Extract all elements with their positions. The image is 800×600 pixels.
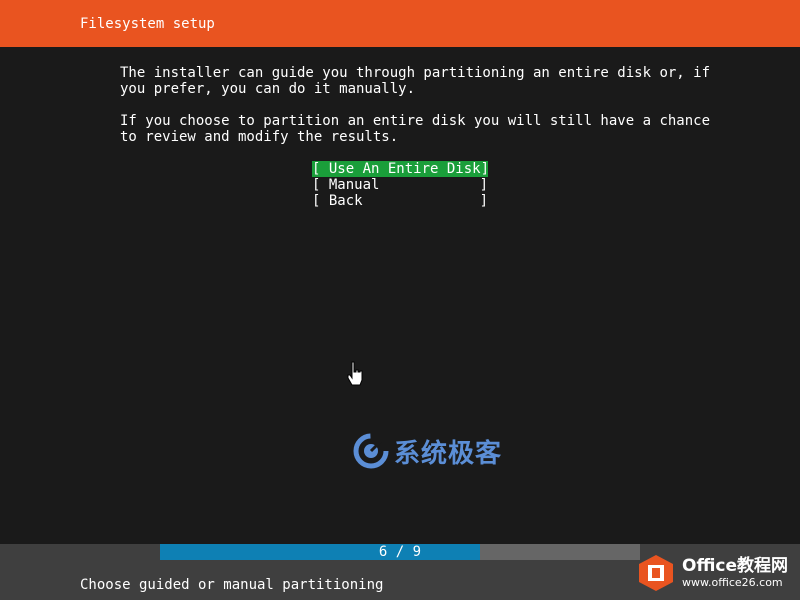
back-option[interactable]: [ Back ] (312, 193, 488, 209)
menu-item-end-bracket: ] (479, 193, 488, 209)
office-logo-url: www.office26.com (682, 576, 783, 589)
progress-label: 6 / 9 (378, 544, 422, 560)
intro-paragraph-2: If you choose to partition an entire dis… (120, 113, 711, 145)
menu-item-end-bracket: ] (480, 161, 490, 177)
manual-option[interactable]: [ Manual ] (312, 177, 488, 193)
office-watermark: Office教程网 www.office26.com (636, 550, 800, 596)
use-entire-disk-option[interactable]: [ Use An Entire Disk ] (312, 161, 490, 177)
page-title: Filesystem setup (80, 16, 215, 32)
watermark-text: 系统极客 (394, 438, 503, 469)
refresh-logo-icon (353, 433, 389, 469)
office-logo-title: Office教程网 (682, 556, 789, 576)
hand-pointer-icon (347, 361, 363, 386)
header-bar: Filesystem setup (0, 0, 800, 47)
partition-menu: [ Use An Entire Disk ] [ Manual ] [ Back… (312, 161, 490, 209)
intro-paragraph-1: The installer can guide you through part… (120, 65, 711, 97)
watermark: 系统极客 (352, 432, 502, 470)
menu-item-end-bracket: ] (479, 177, 488, 193)
status-text: Choose guided or manual partitioning (80, 577, 384, 593)
menu-item-label: [ Use An Entire Disk (312, 161, 481, 177)
menu-item-label: [ Manual (312, 177, 380, 193)
installer-screen: Filesystem setup The installer can guide… (0, 0, 800, 600)
menu-item-label: [ Back (312, 193, 363, 209)
office-logo-icon (639, 555, 673, 591)
progress-bar: 6 / 9 (160, 544, 640, 560)
